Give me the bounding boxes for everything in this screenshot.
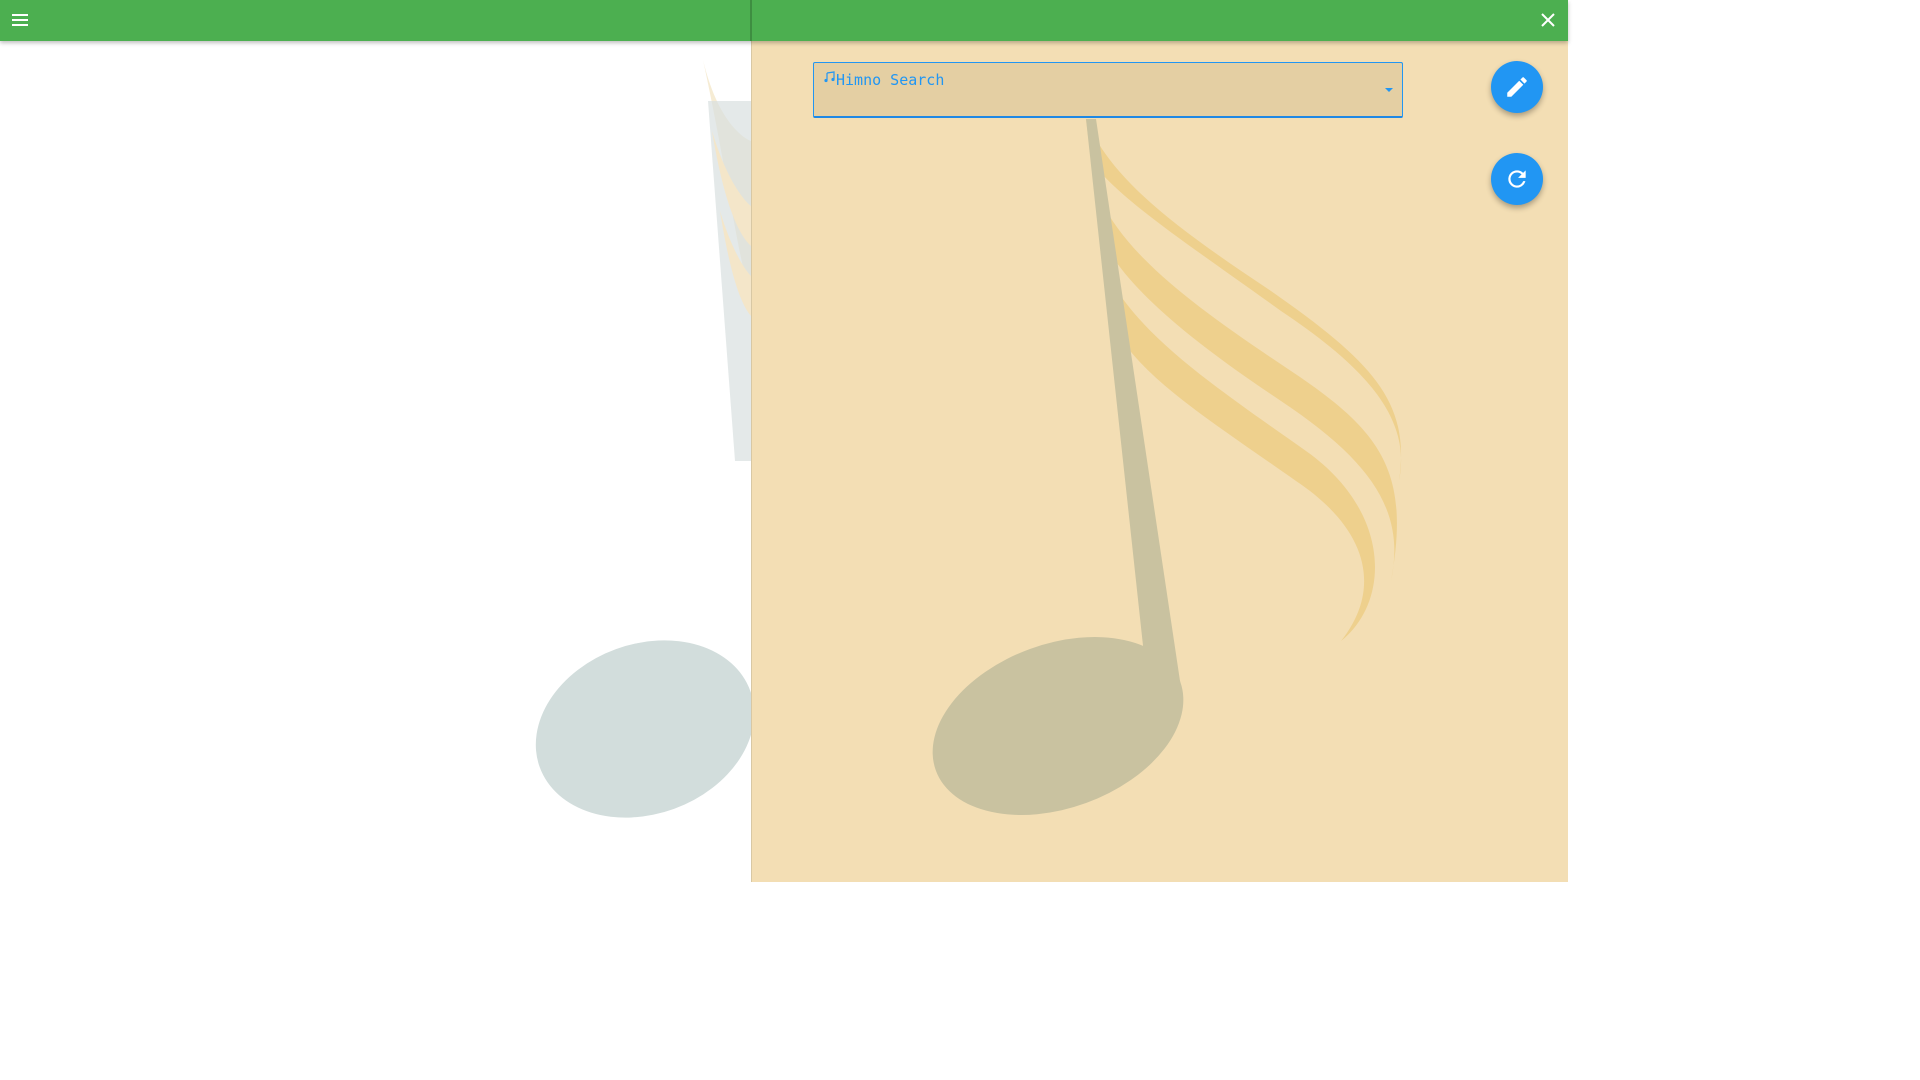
- search-input[interactable]: [824, 93, 1378, 115]
- arrow-drop-down-icon[interactable]: [1383, 85, 1395, 95]
- close-icon: [1541, 13, 1555, 27]
- music-note-watermark-icon: [932, 119, 1402, 815]
- menu-button[interactable]: [8, 8, 32, 32]
- refresh-icon: [1508, 170, 1526, 188]
- refresh-button[interactable]: [1491, 153, 1543, 205]
- music-note-watermark-icon: [535, 60, 751, 818]
- hymn-search-field[interactable]: Himno Search: [813, 62, 1403, 118]
- close-panel-button[interactable]: [1536, 8, 1560, 32]
- top-app-bar: [0, 0, 1568, 41]
- main-content: [0, 41, 751, 882]
- edit-button[interactable]: [1491, 61, 1543, 113]
- music-note-icon: [824, 71, 835, 83]
- hamburger-menu-icon: [12, 14, 28, 26]
- search-label: Himno Search: [836, 71, 945, 89]
- panel-divider: [750, 0, 752, 41]
- side-panel: Himno Search: [751, 41, 1568, 882]
- pencil-icon: [1507, 77, 1527, 97]
